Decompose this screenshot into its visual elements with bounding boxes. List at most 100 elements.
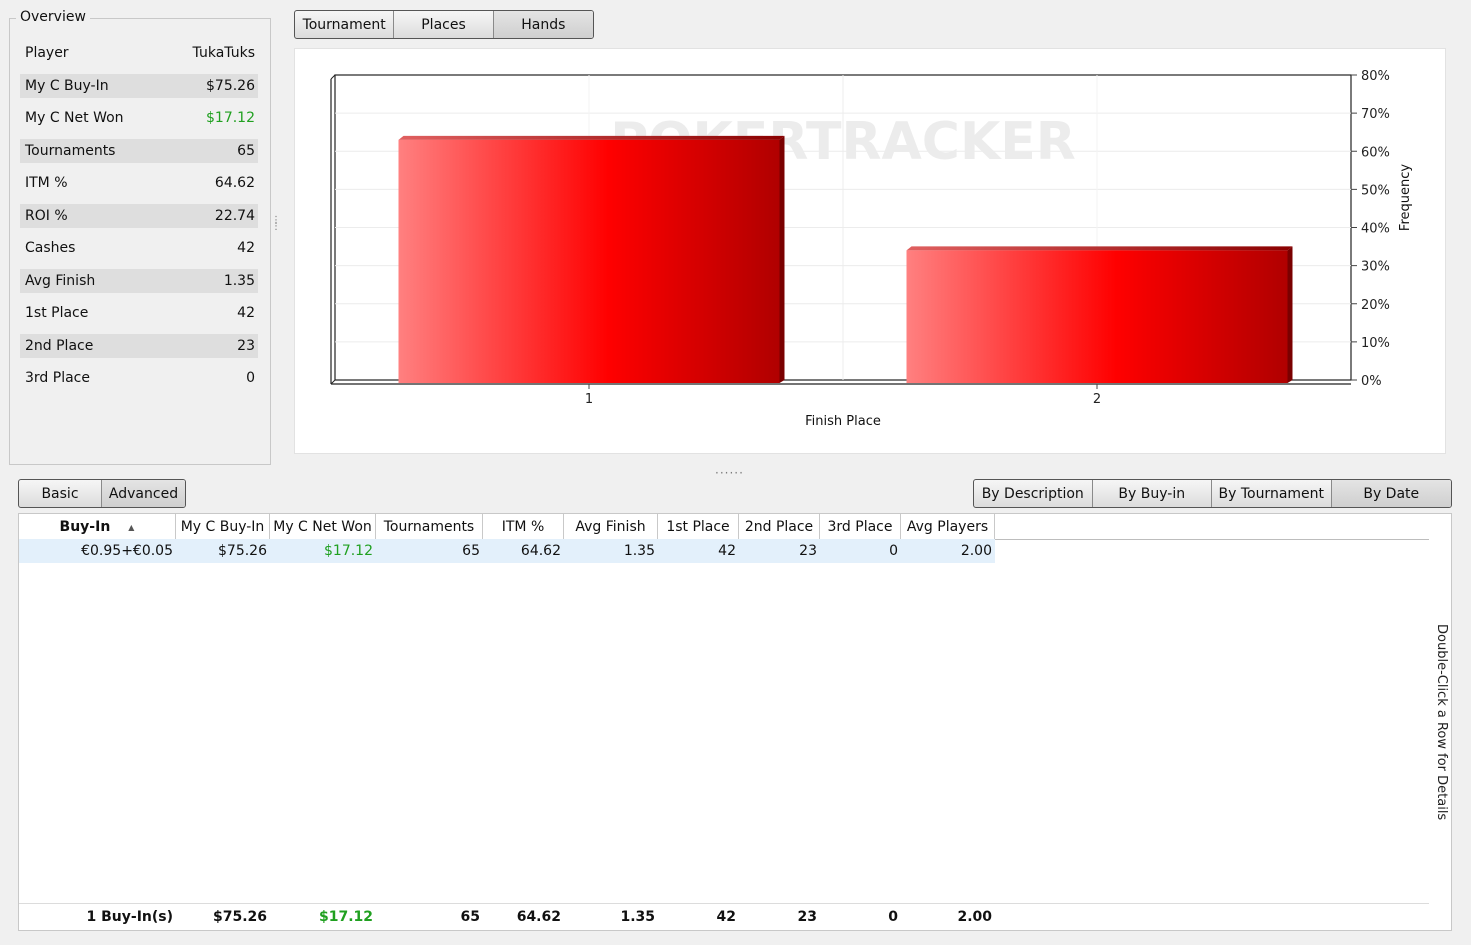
group-by-tabs: By Description By Buy-in By Tournament B… xyxy=(973,479,1452,508)
vertical-splitter-handle[interactable]: ⋮ ⋮ xyxy=(271,216,281,232)
total-cell-buy-in: 1 Buy-In(s) xyxy=(86,909,174,925)
horizontal-splitter-handle[interactable]: ······ xyxy=(715,466,744,480)
column-header-label: 1st Place xyxy=(666,519,730,535)
y-axis-label: Frequency xyxy=(1398,164,1413,231)
overview-value: 22.74 xyxy=(214,207,255,224)
table-cell-3rd-place: 0 xyxy=(889,543,898,559)
column-header-my-c-buy-in[interactable]: My C Buy-In xyxy=(176,514,270,540)
overview-label: 2nd Place xyxy=(25,337,94,354)
total-cell-avg-players: 2.00 xyxy=(957,909,992,925)
overview-row-2nd-place: 2nd Place 23 xyxy=(20,333,258,358)
y-tick-label: 0% xyxy=(1361,374,1382,389)
bar-top-face xyxy=(906,246,1293,251)
tab-by-date[interactable]: By Date xyxy=(1331,480,1451,507)
table-cell-1st-place: 42 xyxy=(718,543,736,559)
table-cell-itm-pct: 64.62 xyxy=(520,543,561,559)
bar-side-face xyxy=(779,135,785,383)
column-header-buy-in[interactable]: Buy-In ▲ xyxy=(19,514,176,540)
overview-label: My C Net Won xyxy=(25,110,124,126)
column-header-avg-finish[interactable]: Avg Finish xyxy=(564,514,658,540)
overview-label: Player xyxy=(25,45,69,61)
bar-top-face xyxy=(398,135,785,140)
overview-row-avg-finish: Avg Finish 1.35 xyxy=(20,268,258,293)
y-tick-label: 10% xyxy=(1361,336,1390,351)
overview-title: Overview xyxy=(16,9,90,25)
column-header-1st-place[interactable]: 1st Place xyxy=(658,514,739,540)
table-cell-avg-players: 2.00 xyxy=(960,543,992,559)
total-cell-tournaments: 65 xyxy=(460,909,480,925)
overview-label: Cashes xyxy=(25,240,76,256)
overview-row-cashes: Cashes 42 xyxy=(20,236,258,260)
tab-places[interactable]: Places xyxy=(394,11,494,38)
column-header-2nd-place[interactable]: 2nd Place xyxy=(739,514,820,540)
overview-label: ROI % xyxy=(25,207,68,224)
y-tick-label: 50% xyxy=(1361,183,1390,198)
overview-row-3rd-place: 3rd Place 0 xyxy=(20,366,258,390)
column-header-my-c-net-won[interactable]: My C Net Won xyxy=(270,514,376,540)
overview-value: 65 xyxy=(237,142,255,159)
table-cell-2nd-place: 23 xyxy=(799,543,817,559)
overview-value: 64.62 xyxy=(214,175,255,191)
column-header-label: Buy-In xyxy=(59,519,111,535)
overview-label: ITM % xyxy=(25,175,68,191)
column-header-label: My C Buy-In xyxy=(180,519,265,535)
total-cell-my-c-net-won: $17.12 xyxy=(318,909,373,925)
table-row[interactable]: €0.95+€0.05 $75.26 $17.12 65 64.62 1.35 42 23 0 2… xyxy=(19,539,995,563)
tab-advanced[interactable]: Advanced xyxy=(102,480,185,507)
finish-place-chart: 0% 10% 20% 30% 40% 50% 60% 70% 80% POKERTRACKER 1 2… xyxy=(294,48,1446,454)
overview-label: Avg Finish xyxy=(25,272,96,289)
double-click-hint: Double-Click a Row for Details xyxy=(1434,624,1449,821)
tab-hands[interactable]: Hands xyxy=(493,11,593,38)
buy-in-table: Buy-In ▲ My C Buy-In My C Net Won Tournament… xyxy=(18,513,1452,931)
overview-value: 1.35 xyxy=(223,272,255,289)
table-header: Buy-In ▲ My C Buy-In My C Net Won Tournament… xyxy=(19,514,1429,540)
totals-divider xyxy=(19,903,1429,904)
bar-2 xyxy=(906,250,1288,383)
overview-row-my-c-net-won: My C Net Won $17.12 xyxy=(20,106,258,130)
tab-by-description[interactable]: By Description xyxy=(974,480,1093,507)
y-tick-label: 20% xyxy=(1361,298,1390,313)
table-cell-my-c-net-won: $17.12 xyxy=(324,543,373,559)
overview-row-tournaments: Tournaments 65 xyxy=(20,138,258,163)
wall-top-corner xyxy=(330,74,336,80)
table-cell-avg-finish: 1.35 xyxy=(623,543,655,559)
y-tick-label: 30% xyxy=(1361,260,1390,275)
column-header-3rd-place[interactable]: 3rd Place xyxy=(820,514,901,540)
overview-row-my-c-buy-in: My C Buy-In $75.26 xyxy=(20,73,258,98)
column-header-label: Avg Finish xyxy=(575,519,646,535)
overview-value: TukaTuks xyxy=(192,45,255,61)
overview-value: 23 xyxy=(237,337,255,354)
table-cell-tournaments: 65 xyxy=(462,543,480,559)
tab-by-tournament[interactable]: By Tournament xyxy=(1212,480,1332,507)
overview-value: 42 xyxy=(237,305,255,321)
y-tick-label: 80% xyxy=(1361,69,1390,84)
x-tick-label: 1 xyxy=(585,392,593,407)
total-cell-1st-place: 42 xyxy=(716,909,736,925)
total-cell-my-c-buy-in: $75.26 xyxy=(212,909,267,925)
overview-label: 3rd Place xyxy=(25,370,90,386)
overview-value: 42 xyxy=(237,240,255,256)
x-axis-label: Finish Place xyxy=(805,414,881,429)
total-cell-2nd-place: 23 xyxy=(797,909,817,925)
report-type-tabs: Tournament Places Hands xyxy=(294,10,594,39)
column-header-tournaments[interactable]: Tournaments xyxy=(376,514,483,540)
tab-by-buy-in[interactable]: By Buy-in xyxy=(1093,480,1212,507)
tab-basic[interactable]: Basic xyxy=(19,480,102,507)
column-header-avg-players[interactable]: Avg Players xyxy=(901,514,995,540)
total-cell-avg-finish: 1.35 xyxy=(620,909,655,925)
table-cell-my-c-buy-in: $75.26 xyxy=(218,543,267,559)
overview-label: Tournaments xyxy=(25,142,116,159)
overview-value: $17.12 xyxy=(206,110,255,126)
total-cell-itm-pct: 64.62 xyxy=(516,909,561,925)
overview-value: 0 xyxy=(246,370,255,386)
totals-row: 1 Buy-In(s) $75.26 $17.12 65 64.62 1.35 42 23 0 2… xyxy=(19,905,995,929)
overview-value: $75.26 xyxy=(206,77,255,94)
column-header-label: Avg Players xyxy=(906,519,989,535)
overview-label: My C Buy-In xyxy=(25,77,109,94)
y-tick-label: 40% xyxy=(1361,222,1390,237)
column-header-label: ITM % xyxy=(501,519,545,535)
bar-side-face xyxy=(1287,246,1293,383)
bar-1 xyxy=(398,139,780,383)
column-header-itm-pct[interactable]: ITM % xyxy=(483,514,564,540)
tab-tournament[interactable]: Tournament xyxy=(295,11,395,38)
